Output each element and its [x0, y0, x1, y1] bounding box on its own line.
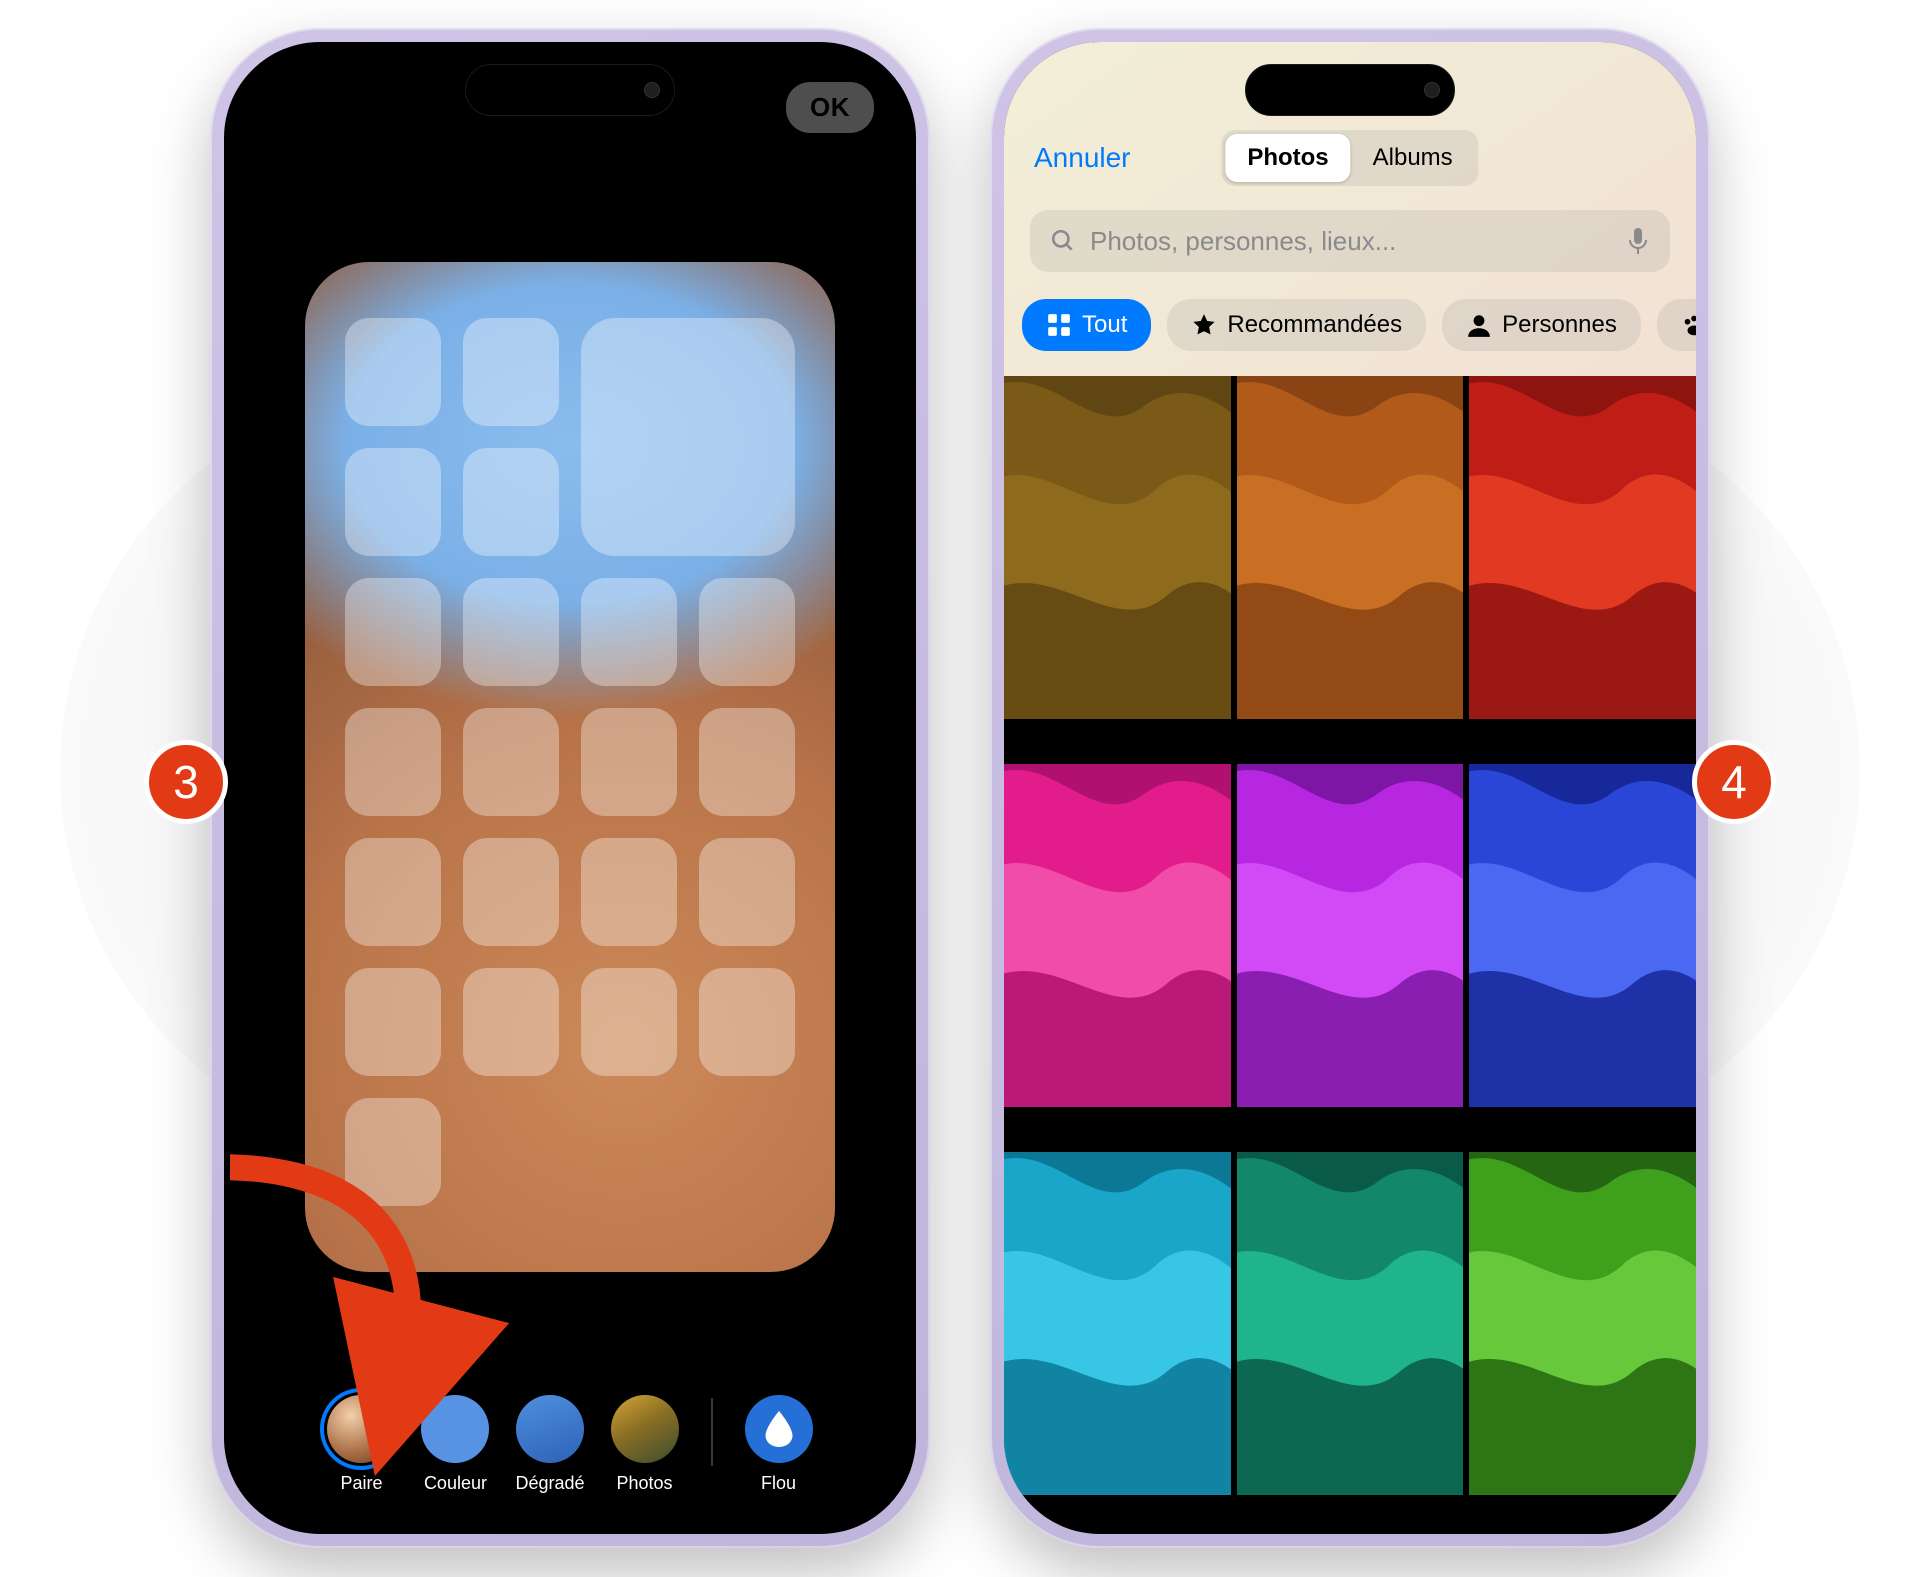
microphone-icon[interactable]: [1626, 226, 1650, 256]
app-placeholder: [345, 318, 441, 426]
search-input[interactable]: Photos, personnes, lieux...: [1030, 210, 1670, 272]
photos-swatch-icon: [611, 1395, 679, 1463]
chip-all[interactable]: Tout: [1022, 299, 1151, 351]
photo-thumbnail[interactable]: [1469, 764, 1696, 1146]
app-placeholder: [699, 578, 795, 686]
tool-label: Dégradé: [515, 1473, 584, 1494]
phone-left: OK: [210, 28, 930, 1548]
segment-albums[interactable]: Albums: [1351, 134, 1475, 182]
app-placeholder: [345, 708, 441, 816]
blur-swatch-icon: [745, 1395, 813, 1463]
filter-chip-row[interactable]: Tout Recommandées Personnes A: [1022, 290, 1696, 360]
app-placeholder: [463, 318, 559, 426]
app-placeholder: [345, 838, 441, 946]
screen-customize: OK: [224, 42, 916, 1534]
app-placeholder: [699, 838, 795, 946]
tool-label: Paire: [340, 1473, 382, 1494]
wallpaper-toolbar: Paire Couleur Dégradé Photos Flou: [224, 1395, 916, 1494]
photo-thumbnail[interactable]: [1004, 376, 1231, 758]
app-placeholder: [463, 578, 559, 686]
app-placeholder: [463, 708, 559, 816]
tool-photos[interactable]: Photos: [611, 1395, 679, 1494]
tool-label: Flou: [761, 1473, 796, 1494]
dynamic-island: [465, 64, 675, 116]
app-placeholder: [463, 838, 559, 946]
search-placeholder: Photos, personnes, lieux...: [1090, 226, 1396, 257]
home-screen-preview[interactable]: [305, 262, 835, 1272]
tool-label: Photos: [616, 1473, 672, 1494]
grid-icon: [1046, 312, 1072, 338]
paw-icon: [1681, 312, 1696, 338]
app-placeholder: [581, 968, 677, 1076]
photo-thumbnail[interactable]: [1237, 764, 1464, 1146]
photo-thumbnail[interactable]: [1469, 376, 1696, 758]
app-placeholder: [699, 968, 795, 1076]
phone-right: Annuler Photos Albums Photos, personnes,…: [990, 28, 1710, 1548]
picker-header: Annuler Photos Albums: [1004, 128, 1696, 188]
tool-paire[interactable]: Paire: [327, 1395, 395, 1494]
app-placeholder: [463, 968, 559, 1076]
step-badge-4: 4: [1692, 740, 1776, 824]
paire-swatch-icon: [327, 1395, 395, 1463]
photo-thumbnail[interactable]: [1237, 376, 1464, 758]
app-placeholder: [345, 578, 441, 686]
photo-thumbnail[interactable]: [1469, 1152, 1696, 1534]
ok-button[interactable]: OK: [786, 82, 874, 133]
search-icon: [1050, 228, 1076, 254]
widget-placeholder: [581, 318, 795, 556]
person-icon: [1466, 312, 1492, 338]
app-placeholder: [581, 578, 677, 686]
photo-thumbnail[interactable]: [1237, 1152, 1464, 1534]
app-placeholder: [345, 968, 441, 1076]
app-placeholder: [581, 708, 677, 816]
screen-photo-picker: Annuler Photos Albums Photos, personnes,…: [1004, 42, 1696, 1534]
app-icon-grid: [305, 262, 835, 1272]
chip-label: Tout: [1082, 311, 1127, 339]
chip-people[interactable]: Personnes: [1442, 299, 1641, 351]
chip-label: Personnes: [1502, 311, 1617, 339]
tool-degrade[interactable]: Dégradé: [515, 1395, 584, 1494]
photo-thumbnail[interactable]: [1004, 1152, 1231, 1534]
app-placeholder: [345, 1098, 441, 1206]
couleur-swatch-icon: [421, 1395, 489, 1463]
segment-photos[interactable]: Photos: [1225, 134, 1350, 182]
dynamic-island: [1245, 64, 1455, 116]
photo-thumbnail[interactable]: [1004, 764, 1231, 1146]
chip-label: Recommandées: [1227, 311, 1402, 339]
tool-couleur[interactable]: Couleur: [421, 1395, 489, 1494]
cancel-button[interactable]: Annuler: [1034, 142, 1131, 174]
tool-flou[interactable]: Flou: [745, 1395, 813, 1494]
app-placeholder: [463, 448, 559, 556]
tool-label: Couleur: [424, 1473, 487, 1494]
segmented-control: Photos Albums: [1221, 130, 1478, 186]
degrade-swatch-icon: [516, 1395, 584, 1463]
chip-pets[interactable]: A: [1657, 299, 1696, 351]
toolbar-separator: [711, 1398, 713, 1466]
chip-featured[interactable]: Recommandées: [1167, 299, 1426, 351]
app-placeholder: [345, 448, 441, 556]
app-placeholder: [699, 708, 795, 816]
star-icon: [1191, 312, 1217, 338]
step-badge-3: 3: [144, 740, 228, 824]
app-placeholder: [581, 838, 677, 946]
photo-grid: [1004, 376, 1696, 1534]
